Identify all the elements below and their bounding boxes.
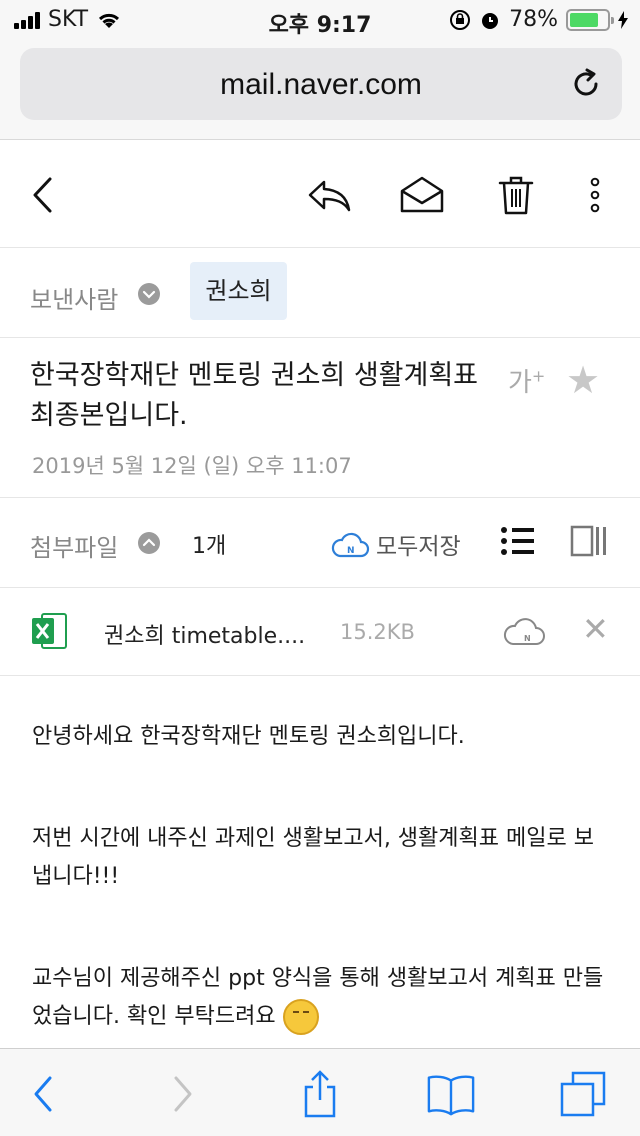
mail-toolbar — [0, 141, 640, 248]
chevron-up-icon[interactable] — [138, 532, 160, 554]
more-button[interactable] — [582, 171, 608, 219]
reply-icon — [308, 180, 351, 212]
more-icon — [590, 177, 600, 213]
subject-block: 한국장학재단 멘토링 권소희 생활계획표 최종본입니다. 2019년 5월 12… — [0, 338, 640, 498]
delete-button[interactable] — [494, 171, 538, 219]
font-size-plus: + — [531, 366, 546, 386]
trash-icon — [498, 176, 534, 215]
share-icon — [304, 1070, 336, 1118]
cloud-save-icon: N — [331, 532, 370, 558]
battery-icon — [566, 8, 614, 31]
sender-row: 보낸사람 권소희 — [0, 248, 640, 338]
tabs-button[interactable] — [558, 1069, 608, 1119]
chevron-down-icon[interactable] — [138, 283, 160, 305]
body-paragraph: 저번 시간에 내주신 과제인 생활보고서, 생활계획표 메일로 보냅니다!!! — [32, 826, 594, 889]
browser-back-button[interactable] — [18, 1069, 68, 1119]
tabs-icon — [560, 1071, 606, 1117]
cloud-save-icon[interactable]: N — [502, 614, 546, 648]
save-all-label: 모두저장 — [376, 534, 461, 560]
bookmarks-button[interactable] — [426, 1069, 476, 1119]
close-icon[interactable]: ✕ — [582, 610, 609, 648]
mail-date: 2019년 5월 12일 (일) 오후 11:07 — [32, 454, 352, 478]
url-text[interactable]: mail.naver.com — [20, 68, 622, 102]
book-icon — [427, 1075, 475, 1116]
reply-button[interactable] — [302, 171, 356, 219]
mark-read-button[interactable] — [396, 171, 448, 219]
back-icon — [34, 1076, 52, 1112]
share-button[interactable] — [295, 1069, 345, 1119]
save-all-button[interactable]: N 모두저장 — [330, 524, 461, 564]
attachment-file-name[interactable]: 권소희 timetable.... — [104, 618, 305, 650]
back-icon — [33, 177, 52, 213]
charging-icon — [618, 10, 628, 29]
mail-body: 안녕하세요 한국장학재단 멘토링 권소희입니다. 저번 시간에 내주신 과제인 … — [32, 718, 612, 1036]
font-size-label: 가 — [508, 368, 532, 398]
squinting-face-emoji-icon — [282, 999, 319, 1035]
forward-icon — [174, 1076, 192, 1112]
excel-file-icon — [32, 613, 67, 649]
alarm-icon — [482, 12, 499, 29]
svg-text:N: N — [524, 634, 531, 643]
attachment-count: 1개 — [192, 534, 227, 559]
font-size-button[interactable]: 가+ — [508, 362, 545, 399]
sender-label: 보낸사람 — [30, 286, 119, 314]
rotation-lock-icon — [450, 9, 471, 30]
body-paragraph: 안녕하세요 한국장학재단 멘토링 권소희입니다. — [32, 724, 465, 749]
svg-text:N: N — [347, 546, 355, 556]
thumbnail-view-icon[interactable] — [570, 524, 608, 558]
reload-icon[interactable] — [568, 66, 604, 102]
list-view-icon[interactable] — [500, 524, 536, 558]
mail-subject: 한국장학재단 멘토링 권소희 생활계획표 최종본입니다. — [30, 360, 479, 431]
attachment-label: 첨부파일 — [30, 534, 119, 562]
mark-read-icon — [400, 176, 444, 213]
browser-forward-button[interactable] — [158, 1069, 208, 1119]
attachment-item[interactable]: 권소희 timetable.... 15.2KB N ✕ — [0, 588, 640, 676]
address-bar[interactable]: mail.naver.com — [20, 48, 622, 120]
status-bar: SKT 오후 9:17 78% — [0, 0, 640, 40]
battery-percent: 78% — [509, 7, 558, 32]
browser-address-area: mail.naver.com — [0, 40, 640, 140]
attachment-header: 첨부파일 1개 N 모두저장 — [0, 498, 640, 588]
star-icon[interactable]: ★ — [566, 358, 600, 402]
sender-chip[interactable]: 권소희 — [190, 262, 287, 320]
browser-bottom-bar — [0, 1048, 640, 1136]
attachment-file-size: 15.2KB — [340, 620, 415, 644]
back-button[interactable] — [22, 171, 62, 219]
